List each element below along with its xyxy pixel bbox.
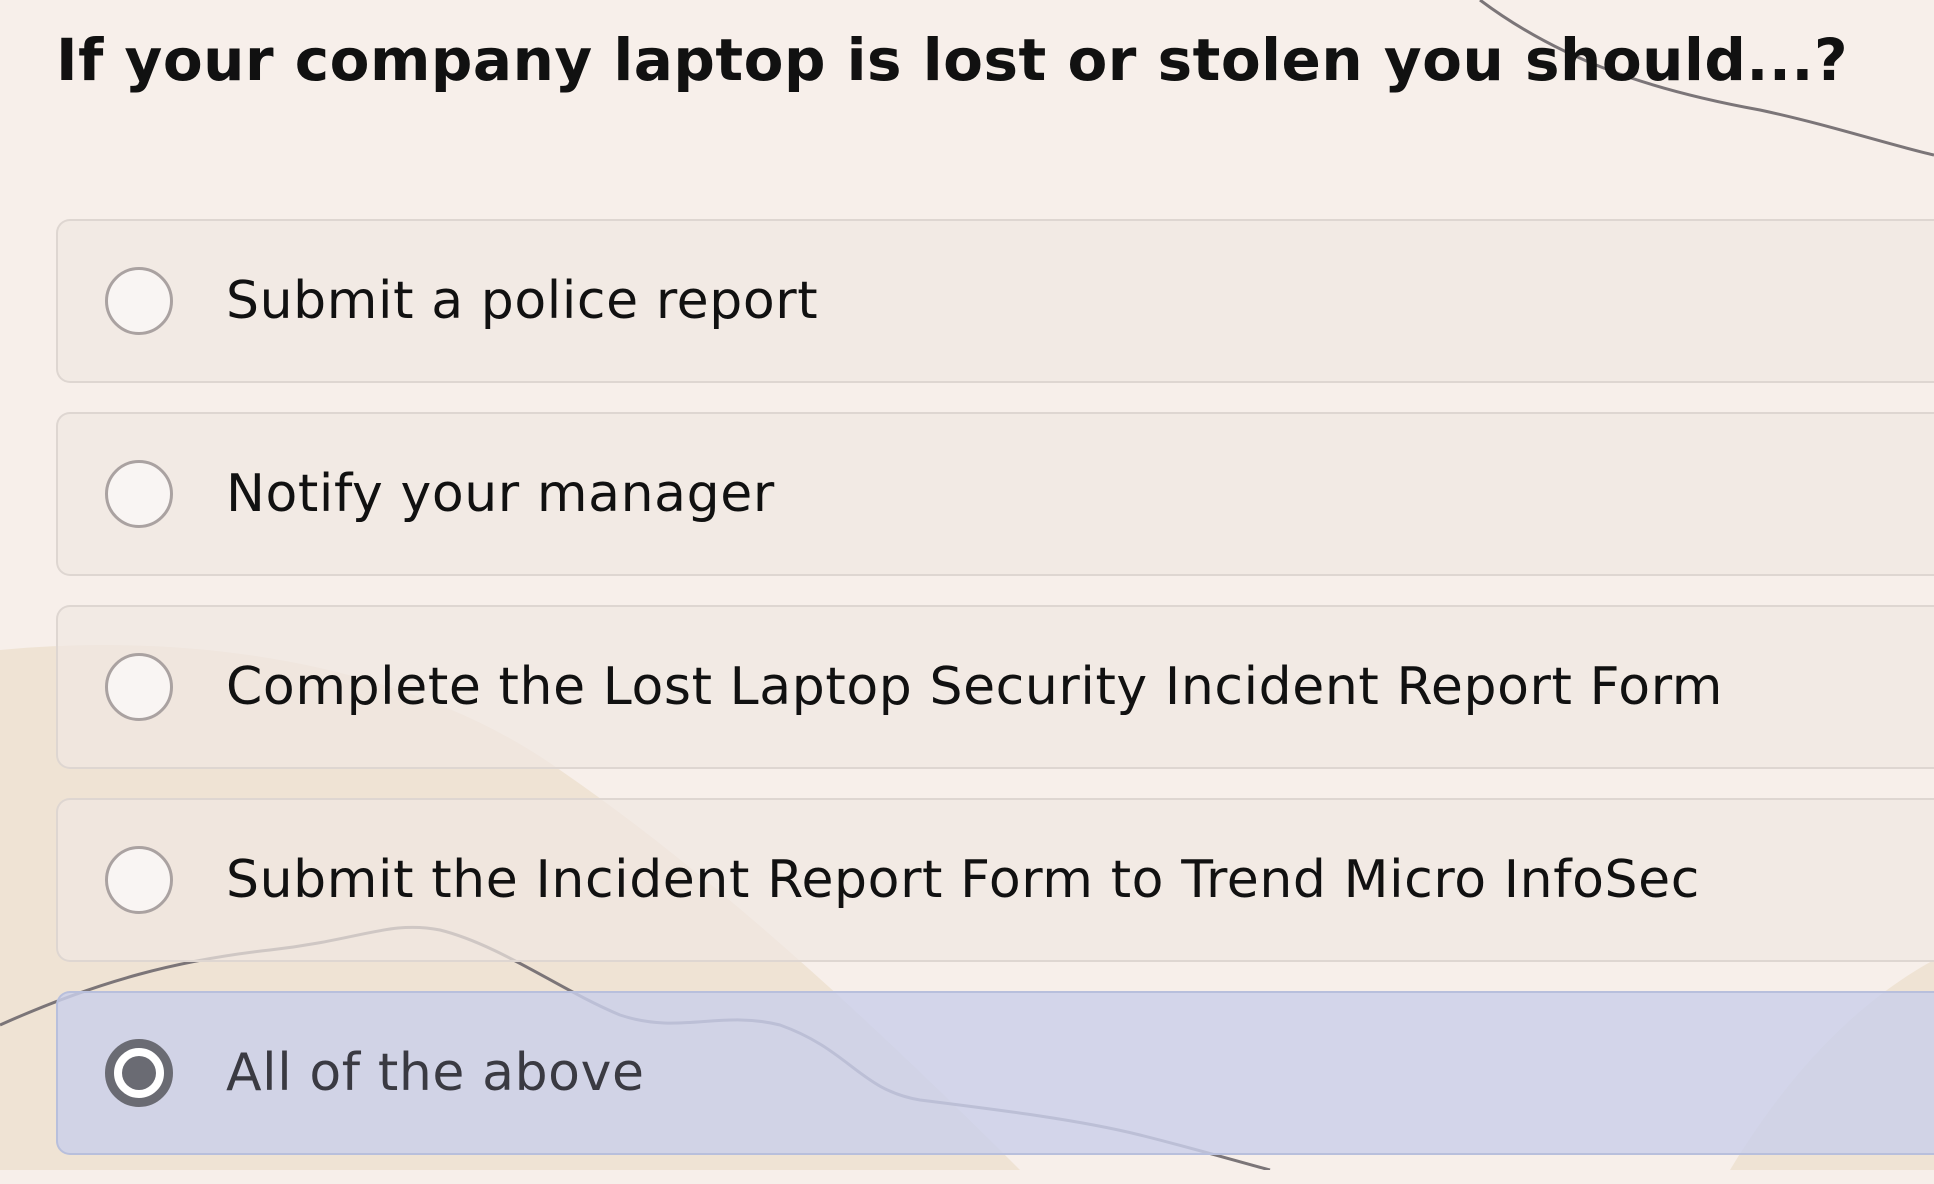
answer-option-all-of-the-above[interactable]: All of the above xyxy=(56,991,1934,1155)
answer-option-submit-to-infosec[interactable]: Submit the Incident Report Form to Trend… xyxy=(56,798,1934,962)
quiz-question-panel: If your company laptop is lost or stolen… xyxy=(0,0,1934,1170)
radio-dot-icon xyxy=(122,1056,156,1090)
radio-button-icon[interactable] xyxy=(105,1039,173,1107)
answer-option-label: Submit a police report xyxy=(226,271,819,331)
question-text: If your company laptop is lost or stolen… xyxy=(56,26,1849,94)
answer-option-label: All of the above xyxy=(226,1043,645,1103)
radio-button-icon[interactable] xyxy=(105,267,173,335)
answer-option-complete-report-form[interactable]: Complete the Lost Laptop Security Incide… xyxy=(56,605,1934,769)
radio-button-icon[interactable] xyxy=(105,846,173,914)
answer-options-list: Submit a police report Notify your manag… xyxy=(56,219,1934,1184)
answer-option-submit-police-report[interactable]: Submit a police report xyxy=(56,219,1934,383)
answer-option-label: Complete the Lost Laptop Security Incide… xyxy=(226,657,1724,717)
answer-option-label: Submit the Incident Report Form to Trend… xyxy=(226,850,1700,910)
answer-option-notify-manager[interactable]: Notify your manager xyxy=(56,412,1934,576)
radio-button-icon[interactable] xyxy=(105,460,173,528)
answer-option-label: Notify your manager xyxy=(226,464,775,524)
radio-button-icon[interactable] xyxy=(105,653,173,721)
